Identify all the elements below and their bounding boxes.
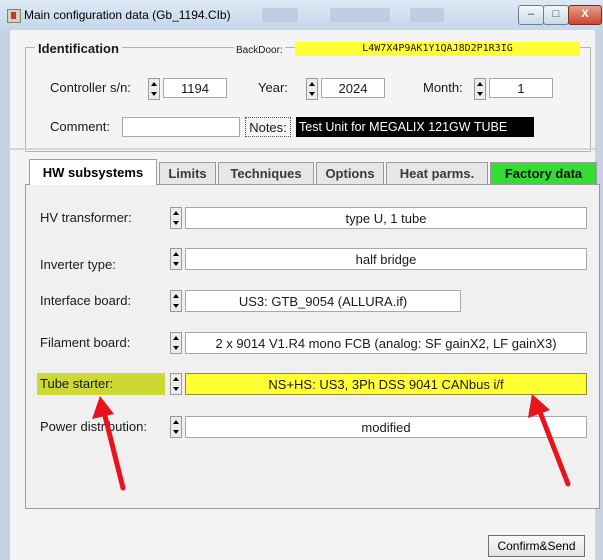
power-distribution-field[interactable]: modified	[185, 416, 587, 438]
tab-factory-data[interactable]: Factory data	[490, 162, 597, 184]
filament-board-spinner[interactable]	[170, 332, 182, 354]
tab-limits[interactable]: Limits	[159, 162, 216, 184]
confirm-send-button[interactable]: Confirm&Send	[488, 535, 585, 557]
maximize-button[interactable]: □	[543, 5, 569, 25]
window-frame-left	[0, 30, 10, 560]
hv-transformer-spinner[interactable]	[170, 207, 182, 229]
month-field[interactable]: 1	[489, 78, 553, 98]
filament-board-label: Filament board:	[40, 335, 131, 350]
background-window-tab	[262, 8, 298, 22]
comment-label: Comment:	[50, 119, 110, 134]
tab-hw-subsystems[interactable]: HW subsystems	[29, 159, 157, 185]
close-button[interactable]: X	[568, 5, 602, 25]
interface-board-spinner[interactable]	[170, 290, 182, 312]
app-icon	[7, 9, 21, 23]
comment-field[interactable]	[122, 117, 240, 137]
background-window-tab	[410, 8, 444, 22]
interface-board-label: Interface board:	[40, 293, 132, 308]
inverter-type-spinner[interactable]	[170, 248, 182, 270]
tube-starter-spinner[interactable]	[170, 373, 182, 395]
notes-label[interactable]: Notes:	[245, 117, 291, 137]
backdoor-field[interactable]: L4W7X4P9AK1Y1QAJ8D2P1R3IG	[295, 42, 580, 56]
year-label: Year:	[258, 80, 288, 95]
filament-board-field[interactable]: 2 x 9014 V1.R4 mono FCB (analog: SF gain…	[185, 332, 587, 354]
tab-options[interactable]: Options	[316, 162, 384, 184]
year-spinner[interactable]	[306, 78, 318, 100]
controller-sn-field[interactable]: 1194	[163, 78, 227, 98]
controller-sn-label: Controller s/n:	[50, 80, 131, 95]
month-spinner[interactable]	[474, 78, 486, 100]
tube-starter-field[interactable]: NS+HS: US3, 3Ph DSS 9041 CANbus i/f	[185, 373, 587, 395]
tab-heat-parms[interactable]: Heat parms.	[386, 162, 488, 184]
inverter-type-label: Inverter type:	[40, 257, 116, 272]
identification-legend: Identification	[35, 41, 122, 56]
minimize-button[interactable]: –	[518, 5, 544, 25]
tube-starter-label: Tube starter:	[40, 376, 114, 391]
power-distribution-label: Power distribution:	[40, 419, 147, 434]
title-bar: Main configuration data (Gb_1194.CIb) – …	[0, 0, 603, 31]
inverter-type-field[interactable]: half bridge	[185, 248, 587, 270]
separator	[10, 148, 595, 150]
hv-transformer-label: HV transformer:	[40, 210, 132, 225]
controller-sn-spinner[interactable]	[148, 78, 160, 100]
tab-techniques[interactable]: Techniques	[218, 162, 314, 184]
interface-board-field[interactable]: US3: GTB_9054 (ALLURA.if)	[185, 290, 461, 312]
window-title: Main configuration data (Gb_1194.CIb)	[24, 8, 231, 22]
power-distribution-spinner[interactable]	[170, 416, 182, 438]
background-window-tab	[330, 8, 390, 22]
notes-field[interactable]: Test Unit for MEGALIX 121GW TUBE	[296, 117, 534, 137]
hv-transformer-field[interactable]: type U, 1 tube	[185, 207, 587, 229]
year-field[interactable]: 2024	[321, 78, 385, 98]
backdoor-label: BackDoor:	[234, 45, 285, 56]
month-label: Month:	[423, 80, 463, 95]
